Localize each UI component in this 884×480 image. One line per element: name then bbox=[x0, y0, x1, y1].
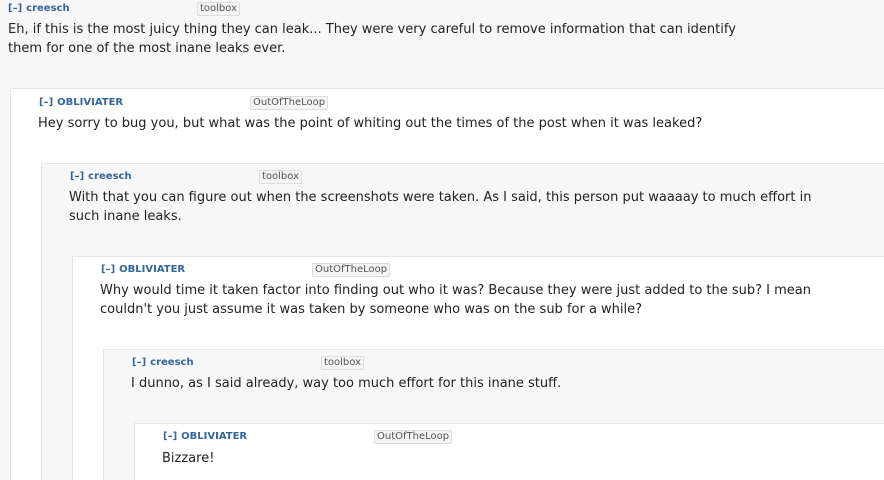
user-flair[interactable]: OutOfTheLoop bbox=[312, 263, 391, 277]
author-link[interactable]: OBLIVIATER bbox=[57, 97, 123, 108]
author-link[interactable]: OBLIVIATER bbox=[181, 431, 247, 442]
collapse-toggle[interactable]: [–] bbox=[70, 171, 84, 182]
author-link[interactable]: creesch bbox=[88, 171, 131, 182]
comment-tagline: [–] creesch bbox=[132, 356, 194, 370]
author-link[interactable]: OBLIVIATER bbox=[119, 264, 185, 275]
comment-body: Bizzare! bbox=[162, 451, 215, 466]
comment-body: Why would time it taken factor into find… bbox=[100, 283, 812, 317]
user-flair[interactable]: OutOfTheLoop bbox=[250, 96, 329, 110]
collapse-toggle[interactable]: [–] bbox=[132, 357, 146, 368]
comment-body: I dunno, as I said already, way too much… bbox=[131, 376, 562, 391]
comment-body: Hey sorry to bug you, but what was the p… bbox=[38, 116, 703, 131]
comment-body: With that you can figure out when the sc… bbox=[69, 190, 812, 224]
comment-tagline: [–] creesch bbox=[8, 2, 70, 16]
user-flair[interactable]: toolbox bbox=[321, 356, 365, 370]
comment-tagline: [–] OBLIVIATER bbox=[39, 96, 123, 110]
comment-tagline: [–] creesch bbox=[70, 170, 132, 184]
comment-thread-level-5: [–] OBLIVIATER OutOfTheLoop Bizzare! bbox=[134, 423, 884, 480]
comment-tagline: [–] OBLIVIATER bbox=[101, 263, 185, 277]
user-flair[interactable]: OutOfTheLoop bbox=[374, 430, 453, 444]
user-flair[interactable]: toolbox bbox=[259, 170, 303, 184]
comment-tagline: [–] OBLIVIATER bbox=[163, 430, 247, 444]
comment-body: Eh, if this is the most juicy thing they… bbox=[8, 22, 736, 56]
user-flair[interactable]: toolbox bbox=[197, 2, 241, 16]
author-link[interactable]: creesch bbox=[26, 3, 69, 14]
collapse-toggle[interactable]: [–] bbox=[101, 264, 115, 275]
collapse-toggle[interactable]: [–] bbox=[39, 97, 53, 108]
collapse-toggle[interactable]: [–] bbox=[8, 3, 22, 14]
author-link[interactable]: creesch bbox=[150, 357, 193, 368]
collapse-toggle[interactable]: [–] bbox=[163, 431, 177, 442]
